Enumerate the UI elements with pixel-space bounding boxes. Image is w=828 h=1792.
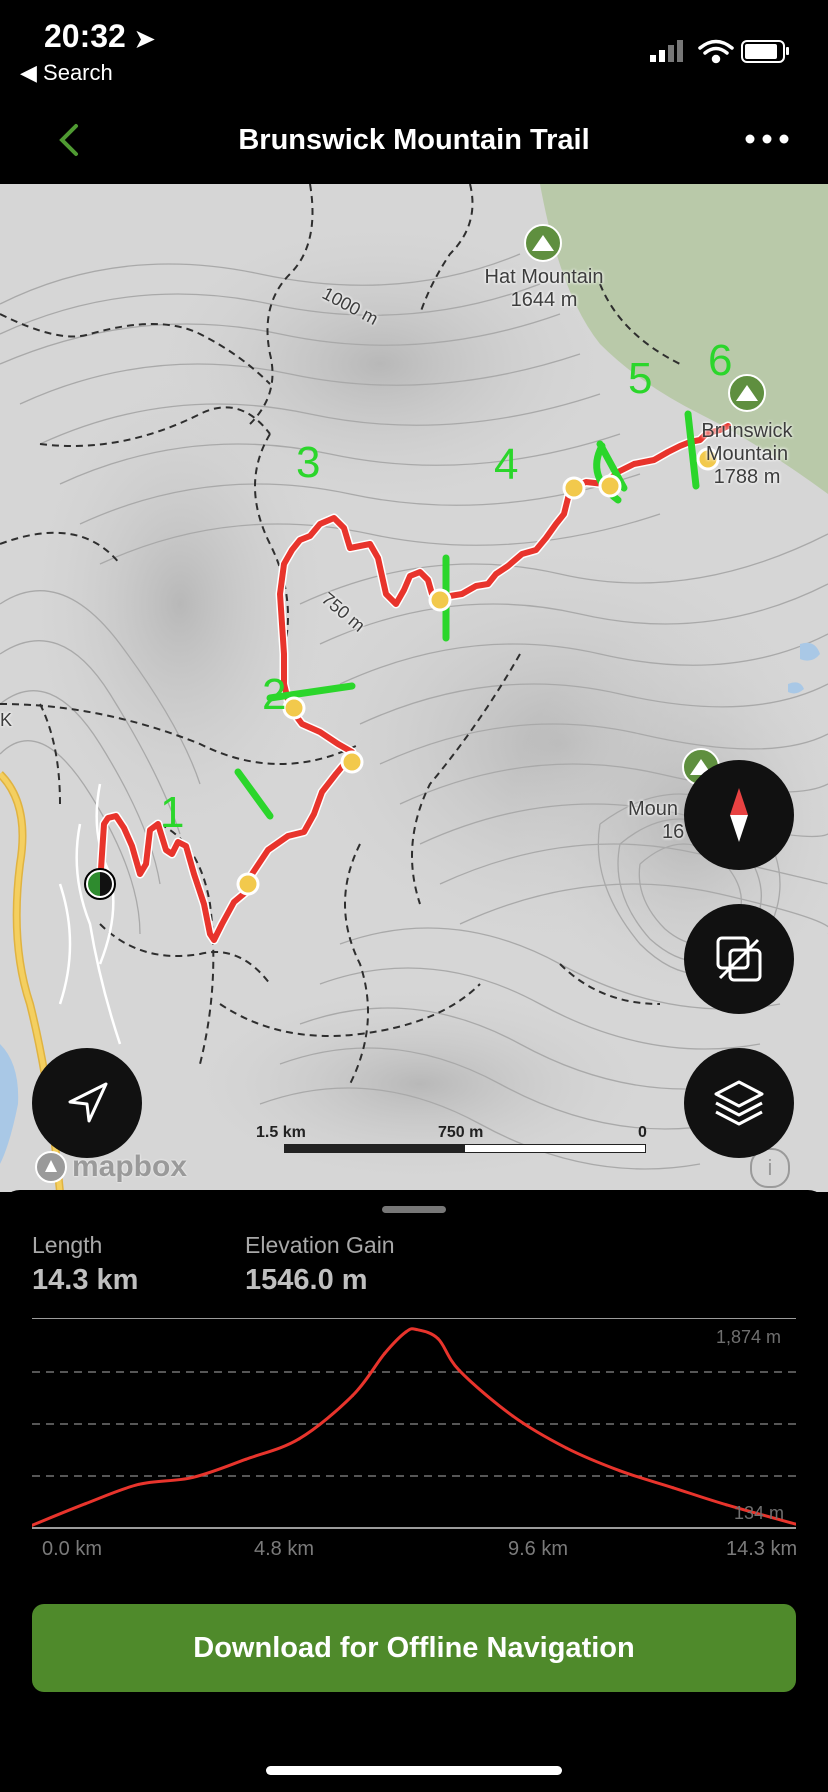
elevation-point	[383, 1351, 387, 1355]
peak-name: Brunswick	[701, 420, 793, 442]
layers-icon	[714, 1080, 764, 1126]
elevation-point	[618, 1469, 622, 1473]
waypoint-marker[interactable]	[340, 750, 364, 774]
waypoint-marker[interactable]	[282, 696, 306, 720]
sheet-grabber[interactable]	[382, 1206, 446, 1213]
compass-button[interactable]	[684, 760, 794, 870]
wifi-icon	[698, 39, 734, 64]
elevation-profile-chart[interactable]	[32, 1318, 796, 1530]
elevation-point	[137, 1482, 141, 1486]
peak-name: Hat Mountain	[484, 266, 604, 288]
segment-number-4: 4	[494, 440, 519, 489]
page-title: Brunswick Mountain Trail	[238, 124, 590, 156]
segment-number-3: 3	[296, 438, 321, 487]
route-overlay	[84, 410, 733, 945]
map-edge-label: K	[0, 710, 13, 730]
x-tick-label: 0.0 km	[42, 1538, 103, 1560]
elevation-point	[297, 1437, 301, 1441]
overlay-squares-icon	[716, 936, 762, 982]
elevation-point	[244, 1457, 248, 1461]
scale-bar	[284, 1144, 646, 1153]
layers-button[interactable]	[684, 1048, 794, 1158]
length-label: Length	[32, 1232, 103, 1258]
overlay-toggle-button[interactable]	[684, 904, 794, 1014]
peak-icon-hat-mountain[interactable]	[524, 224, 562, 262]
compass-icon	[730, 788, 748, 842]
elevation-point	[190, 1476, 194, 1480]
waypoint-marker[interactable]	[562, 476, 586, 500]
segment-number-6: 6	[708, 336, 733, 385]
elevation-point	[415, 1328, 419, 1332]
peak-label-hat-mountain: Hat Mountain 1644 m	[450, 266, 638, 312]
elevation-max-label: 1,874 m	[716, 1327, 782, 1347]
segment-divider-1	[234, 768, 274, 820]
x-tick-label: 9.6 km	[508, 1538, 569, 1560]
elevation-point	[511, 1414, 515, 1418]
segment-number-5: 5	[628, 354, 653, 403]
scale-label-mid: 750 m	[438, 1124, 484, 1141]
waypoint-marker[interactable]	[428, 588, 452, 612]
home-indicator	[266, 1766, 562, 1775]
x-tick-label: 4.8 km	[254, 1538, 315, 1560]
length-value: 14.3 km	[32, 1264, 139, 1296]
elevation-point	[83, 1502, 87, 1506]
navigation-arrow-icon	[68, 1082, 108, 1123]
elevation-point	[564, 1446, 568, 1450]
peak-label-brunswick: Brunswick Mountain 1788 m	[680, 420, 814, 489]
status-time: 20:32 ➤	[44, 18, 155, 54]
segment-number-2: 2	[262, 670, 287, 719]
elevation-point	[725, 1503, 729, 1507]
scale-label-left: 1.5 km	[256, 1124, 306, 1141]
elevation-gain-value: 1546.0 m	[245, 1264, 368, 1296]
route-outline	[95, 421, 733, 945]
elevation-profile-line[interactable]	[32, 1327, 796, 1527]
signal-icon	[650, 40, 683, 62]
battery-icon	[741, 40, 789, 63]
waypoint-marker[interactable]	[598, 474, 622, 498]
back-to-search-link[interactable]: ◀ Search	[20, 60, 113, 86]
location-arrow-icon: ➤	[134, 26, 155, 53]
elevation-point	[404, 1330, 408, 1334]
peak-name-line2: Mountain	[705, 443, 789, 465]
waypoint-marker[interactable]	[236, 872, 260, 896]
x-tick-label: 14.3 km	[726, 1538, 798, 1560]
elevation-point	[457, 1369, 461, 1373]
elevation-point	[351, 1394, 355, 1398]
elevation-min-label: 134 m	[734, 1503, 785, 1523]
download-offline-button[interactable]: Download for Offline Navigation	[32, 1604, 796, 1692]
more-options-icon[interactable]	[744, 132, 790, 146]
segment-number-1: 1	[160, 788, 185, 837]
status-icons	[650, 39, 789, 64]
elevation-point	[436, 1337, 440, 1341]
peak-icon-brunswick[interactable]	[728, 374, 766, 412]
trail-map[interactable]: Hat Mountain 1644 m Brunswick Mountain 1…	[0, 184, 828, 1192]
scale-label-right: 0	[638, 1124, 647, 1141]
locate-me-button[interactable]	[32, 1048, 142, 1158]
peak-elevation: 1788 m	[713, 466, 781, 488]
elevation-point	[671, 1486, 675, 1490]
peak-elevation: 1644 m	[510, 289, 578, 311]
elevation-gain-label: Elevation Gain	[245, 1232, 395, 1258]
